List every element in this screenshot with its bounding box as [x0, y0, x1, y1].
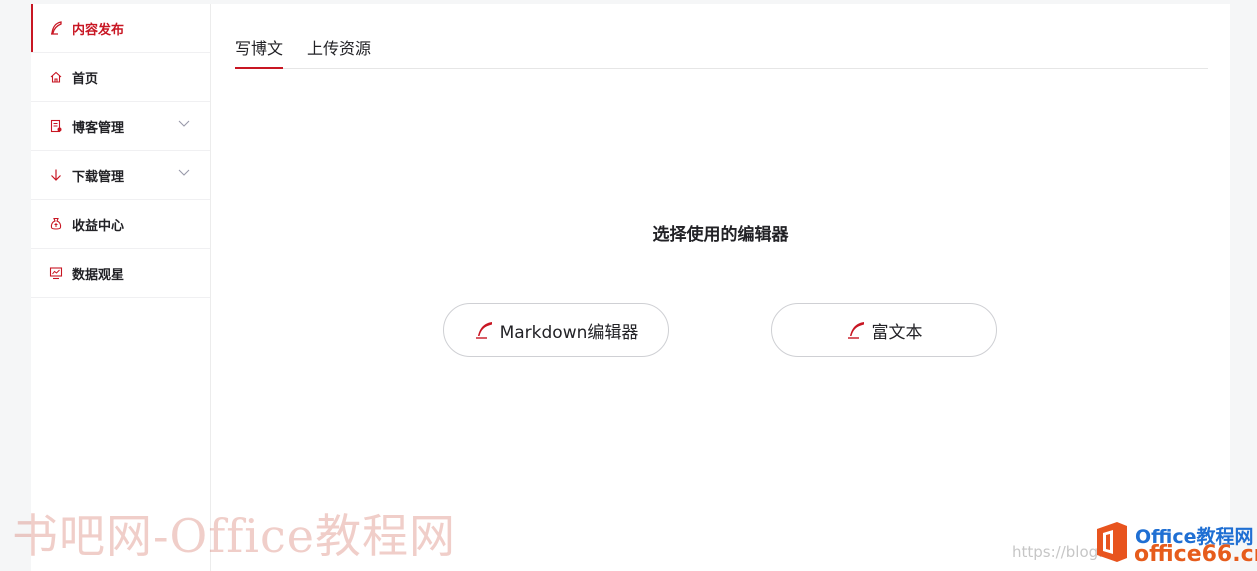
rich-text-editor-button[interactable]: 富文本 — [771, 303, 997, 357]
sidebar-item-earnings-center[interactable]: 收益中心 — [31, 200, 210, 249]
sidebar: 内容发布 首页 博客管理 下载管理 收益中心 数据观星 — [31, 4, 211, 571]
tab-upload-resource[interactable]: 上传资源 — [307, 34, 371, 68]
watermark-brand-domain: office66.cn — [1134, 542, 1257, 567]
download-arrow-icon — [49, 168, 63, 182]
office-logo-icon — [1097, 522, 1127, 562]
sidebar-item-label: 数据观星 — [72, 267, 125, 283]
rich-text-editor-label: 富文本 — [871, 322, 923, 343]
sidebar-item-download-management[interactable]: 下载管理 — [31, 151, 210, 200]
markdown-editor-button[interactable]: Markdown编辑器 — [443, 303, 669, 357]
sidebar-item-label: 收益中心 — [72, 218, 125, 234]
tab-bar: 写博文 上传资源 — [235, 34, 1208, 69]
sidebar-item-blog-management[interactable]: 博客管理 — [31, 102, 210, 151]
watermark-url: https://blog. — [1012, 543, 1103, 561]
money-bag-icon — [49, 217, 63, 231]
feather-icon — [475, 322, 492, 339]
feather-icon — [49, 21, 63, 35]
sidebar-item-label: 下载管理 — [72, 169, 125, 185]
chart-monitor-icon — [49, 266, 63, 280]
sidebar-item-home[interactable]: 首页 — [31, 53, 210, 102]
document-icon — [49, 119, 63, 133]
sidebar-item-label: 首页 — [72, 71, 99, 87]
sidebar-item-content-publish[interactable]: 内容发布 — [31, 4, 210, 53]
markdown-editor-label: Markdown编辑器 — [499, 322, 639, 343]
sidebar-item-label: 博客管理 — [72, 120, 125, 136]
chevron-down-icon[interactable] — [178, 120, 190, 128]
chevron-down-icon[interactable] — [178, 169, 190, 177]
sidebar-item-label: 内容发布 — [72, 22, 125, 38]
feather-icon — [847, 322, 864, 339]
home-icon — [49, 70, 63, 84]
sidebar-item-data-insights[interactable]: 数据观星 — [31, 249, 210, 298]
tab-write-blog[interactable]: 写博文 — [235, 34, 284, 69]
editor-select-title: 选择使用的编辑器 — [652, 225, 789, 245]
main-panel: 写博文 上传资源 选择使用的编辑器 Markdown编辑器 富文本 — [211, 4, 1230, 571]
watermark-text: 书吧网-Office教程网 — [12, 509, 457, 563]
